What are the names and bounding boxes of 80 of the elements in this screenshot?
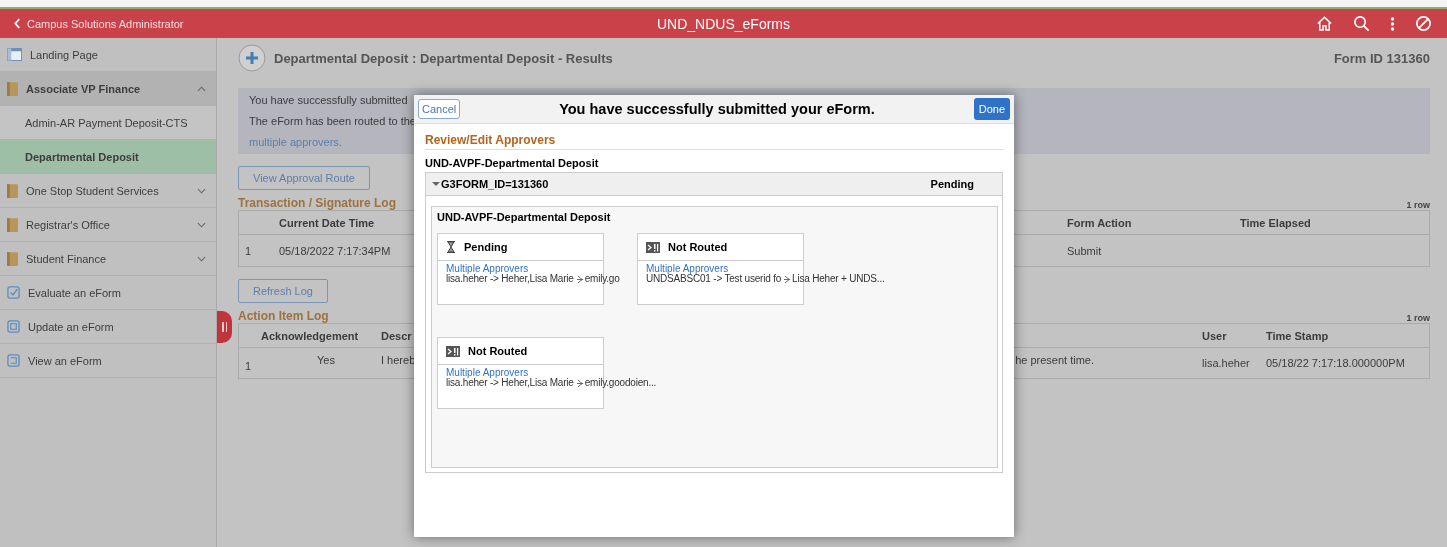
- column-header: Time Stamp: [1266, 329, 1329, 342]
- message-text: You have successfully submitted: [249, 94, 408, 106]
- approvers-link[interactable]: Multiple Approvers: [646, 264, 729, 274]
- sidebar-item[interactable]: Update an eForm: [0, 310, 216, 344]
- home-icon[interactable]: [1316, 15, 1333, 32]
- dialog-title: You have successfully submitted your eForm.: [558, 101, 876, 117]
- edit-form-icon: [7, 320, 20, 333]
- app-title: UND_NDUS_eForms: [656, 15, 791, 32]
- more-options-icon[interactable]: [1390, 15, 1395, 32]
- skip-warning-icon: [646, 241, 660, 253]
- row-number: 1: [244, 244, 252, 257]
- column-header: Acknowledgement: [261, 329, 359, 342]
- table-cell: 05/18/2022 7:17:34PM: [279, 244, 391, 257]
- status-text: Pending: [930, 178, 974, 190]
- arrow-icon: [784, 274, 792, 284]
- chevron-icon: [197, 187, 206, 194]
- sidebar-item[interactable]: Registrar's Office: [0, 208, 216, 242]
- step-status: Not Routed: [468, 345, 528, 357]
- approvers-link[interactable]: Multiple Approvers: [446, 368, 529, 378]
- add-icon[interactable]: [238, 44, 266, 72]
- sidebar-subitem[interactable]: Departmental Deposit: [0, 140, 216, 174]
- arrow-icon: [576, 274, 584, 284]
- approvers-link[interactable]: Multiple Approvers: [446, 264, 529, 274]
- column-header: Time Elapsed: [1240, 216, 1311, 229]
- sidebar-subitem[interactable]: Admin-AR Payment Deposit-CTS: [0, 106, 216, 140]
- row-number: 1: [244, 360, 252, 374]
- folder-icon: [7, 217, 18, 232]
- folder-icon: [7, 81, 18, 96]
- sidebar-item[interactable]: Evaluate an eForm: [0, 276, 216, 310]
- table-cell: lisa.heher: [1202, 357, 1250, 369]
- done-button[interactable]: Done: [973, 98, 1010, 120]
- row-count: 1 row: [1406, 200, 1430, 210]
- chevron-icon: [197, 255, 206, 262]
- approver-text: emily.go: [584, 274, 620, 284]
- section-title: Action Item Log: [238, 309, 329, 323]
- row-count: 1 row: [1406, 313, 1430, 323]
- approver-text: Lisa Heher + UNDS...: [792, 274, 885, 284]
- skip-warning-icon: [446, 345, 460, 357]
- collapse-handle[interactable]: [217, 311, 232, 343]
- cancel-button[interactable]: Cancel: [418, 99, 461, 119]
- section-title: Review/Edit Approvers: [425, 133, 1003, 150]
- column-header: Descr: [381, 329, 412, 342]
- table-cell-text: Yes: [316, 353, 335, 366]
- back-chevron-icon: [14, 18, 21, 29]
- disclosure-triangle-icon: [432, 180, 440, 188]
- column-header: User: [1202, 329, 1227, 342]
- folder-icon: [7, 183, 18, 198]
- approver-text: lisa.heher -> Heher,Lisa Marie: [446, 378, 574, 388]
- table-cell: Submit: [1067, 244, 1102, 257]
- checked-form-icon: [7, 286, 20, 299]
- step-status: Not Routed: [668, 241, 728, 253]
- back-link[interactable]: Campus Solutions Administrator: [0, 17, 184, 30]
- table-cell: 05/18/22 7:17:18.000000PM: [1266, 357, 1405, 369]
- sidebar-item[interactable]: Associate VP Finance: [0, 72, 216, 106]
- column-header: Form Action: [1067, 216, 1132, 229]
- panel-header[interactable]: G3FORM_ID=131360 Pending: [426, 173, 1002, 196]
- process-name: UND-AVPF-Departmental Deposit: [425, 157, 600, 169]
- page-title: Departmental Deposit : Departmental Deposit - Results: [274, 50, 613, 66]
- approver-text: lisa.heher -> Heher,Lisa Marie: [446, 274, 574, 284]
- approver-text: emily.goodoien...: [584, 378, 657, 388]
- hourglass-icon: [446, 241, 456, 253]
- folder-icon: [7, 251, 18, 266]
- panel-label: G3FORM_ID=131360: [441, 178, 549, 190]
- arrow-icon: [576, 378, 584, 388]
- chevron-icon: [197, 85, 206, 92]
- sidebar-item[interactable]: One Stop Student Services: [0, 174, 216, 208]
- chevron-icon: [197, 221, 206, 228]
- approver-text: UNDSABSC01 -> Test userid fo: [646, 274, 782, 284]
- step-status: Pending: [464, 241, 508, 253]
- sidebar-item[interactable]: View an eForm: [0, 344, 216, 378]
- table-cell: he present time.: [1015, 354, 1094, 366]
- section-title: Transaction / Signature Log: [238, 196, 397, 210]
- stage-title: UND-AVPF-Departmental Deposit: [437, 211, 612, 223]
- column-header: Current Date Time: [279, 216, 375, 229]
- window-icon: [7, 48, 22, 61]
- prohibited-icon[interactable]: [1415, 15, 1432, 32]
- sidebar-item[interactable]: Student Finance: [0, 242, 216, 276]
- search-icon[interactable]: [1353, 15, 1370, 32]
- form-id: Form ID 131360: [1333, 50, 1430, 66]
- view-form-icon: [7, 354, 20, 367]
